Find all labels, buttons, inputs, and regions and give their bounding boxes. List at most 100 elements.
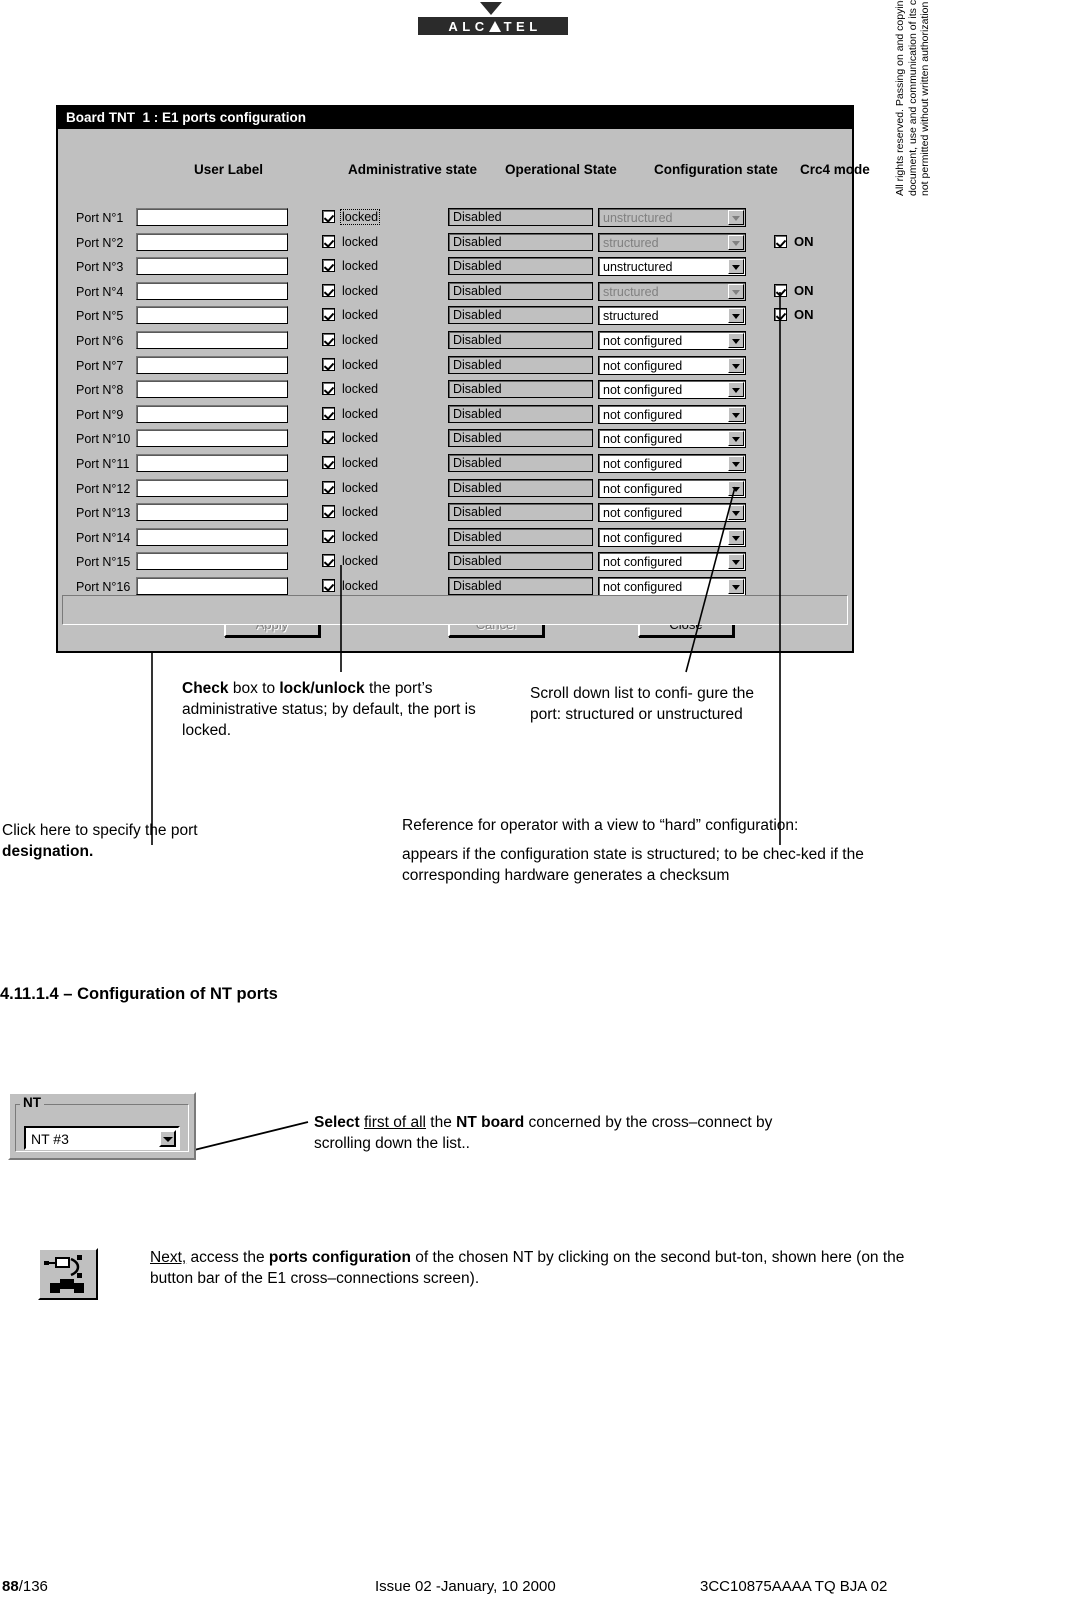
port-label: Port N°4 — [76, 284, 124, 299]
annotation-check-lock: Check box to lock/unlock the port’s admi… — [182, 680, 476, 739]
administrative-state-checkbox[interactable] — [322, 505, 335, 519]
administrative-state-label: locked — [339, 209, 381, 225]
administrative-state-checkbox[interactable] — [322, 357, 335, 371]
annotation-select-nt-board: Select first of all the NT board concern… — [314, 1114, 773, 1152]
ports-configuration-toolbar-button[interactable] — [38, 1248, 98, 1300]
chevron-down-icon[interactable] — [728, 579, 744, 594]
user-label-input[interactable] — [136, 478, 288, 497]
administrative-state-checkbox[interactable] — [322, 406, 335, 420]
administrative-state-label: locked — [342, 283, 379, 298]
column-header-3: Configuration state — [654, 162, 778, 177]
administrative-state-checkbox[interactable] — [322, 480, 335, 494]
port-row: Port N°3 locked Disabled unstructured — [58, 256, 852, 281]
configuration-state-select[interactable]: not configured — [598, 577, 746, 596]
crc4-mode-label: ON — [794, 307, 814, 323]
administrative-state-checkbox[interactable] — [322, 333, 335, 346]
user-label-input[interactable] — [136, 577, 288, 595]
configuration-state-select[interactable]: not configured — [598, 380, 746, 400]
administrative-state-checkbox[interactable] — [322, 529, 335, 543]
port-label: Port N°8 — [76, 383, 124, 398]
administrative-state-checkbox[interactable] — [322, 234, 335, 248]
configuration-state-select: unstructured — [598, 208, 746, 227]
copyright-line-1: All rights reserved. Passing on and copy… — [894, 0, 906, 196]
configuration-state-select[interactable]: not configured — [598, 552, 746, 572]
administrative-state-label: locked — [342, 554, 379, 569]
chevron-down-icon[interactable] — [728, 431, 744, 447]
configuration-state-select[interactable]: not configured — [598, 404, 746, 424]
chevron-down-icon[interactable] — [728, 480, 744, 496]
administrative-state-checkbox[interactable] — [322, 431, 335, 445]
administrative-state-checkbox[interactable] — [322, 579, 335, 592]
chevron-down-icon[interactable] — [728, 259, 744, 275]
chevron-down-icon[interactable] — [159, 1130, 176, 1147]
crc4-mode-checkbox[interactable] — [774, 234, 787, 248]
user-label-input[interactable] — [136, 527, 288, 546]
chevron-down-icon[interactable] — [728, 406, 744, 422]
user-label-input[interactable] — [136, 208, 288, 226]
user-label-input[interactable] — [136, 355, 288, 374]
configuration-state-select[interactable]: not configured — [598, 355, 746, 375]
configuration-state-value: not configured — [603, 481, 683, 496]
user-label-input[interactable] — [136, 503, 288, 522]
user-label-input[interactable] — [136, 380, 288, 399]
user-label-input[interactable] — [136, 306, 288, 325]
operational-state-field: Disabled — [448, 232, 593, 251]
user-label-input[interactable] — [136, 552, 288, 571]
configuration-state-select[interactable]: not configured — [598, 503, 746, 523]
logo-triangle-down-icon — [480, 2, 502, 15]
chevron-down-icon[interactable] — [728, 505, 744, 521]
port-label: Port N°6 — [76, 334, 124, 348]
operational-state-field: Disabled — [448, 331, 593, 349]
operational-state-field: Disabled — [448, 478, 593, 497]
user-label-input[interactable] — [136, 331, 288, 349]
cross-connect-icon — [40, 1250, 96, 1298]
user-label-input[interactable] — [136, 404, 288, 423]
user-label-input[interactable] — [136, 454, 288, 472]
user-label-input[interactable] — [136, 281, 288, 300]
administrative-state-label: locked — [342, 333, 379, 347]
configuration-state-select[interactable]: not configured — [598, 454, 746, 473]
port-row: Port N°14 locked Disabled not configured — [58, 527, 852, 552]
administrative-state-checkbox[interactable] — [322, 308, 335, 322]
configuration-state-select[interactable]: unstructured — [598, 257, 746, 277]
configuration-state-select[interactable]: structured — [598, 306, 746, 326]
operational-state-field: Disabled — [448, 380, 593, 399]
annotation-next-ports-configuration: Next, access the ports configuration of … — [150, 1249, 905, 1287]
port-label: Port N°7 — [76, 358, 124, 373]
section-heading: 4.11.1.4 – Configuration of NT ports — [0, 985, 278, 1003]
chevron-down-icon[interactable] — [728, 308, 744, 324]
chevron-down-icon — [728, 210, 744, 225]
user-label-input[interactable] — [136, 429, 288, 448]
operational-state-field: Disabled — [448, 208, 593, 226]
configuration-state-select[interactable]: not configured — [598, 478, 746, 498]
nt-board-select[interactable]: NT #3 — [24, 1126, 180, 1150]
configuration-state-value: structured — [603, 284, 659, 299]
port-row: Port N°7 locked Disabled not configured — [58, 355, 852, 380]
port-row: Port N°12 locked Disabled not configured — [58, 478, 852, 503]
user-label-input[interactable] — [136, 232, 288, 251]
administrative-state-label: locked — [342, 456, 379, 470]
administrative-state-checkbox[interactable] — [322, 259, 335, 273]
port-label: Port N°15 — [76, 555, 131, 570]
administrative-state-checkbox[interactable] — [322, 382, 335, 396]
configuration-state-select[interactable]: not configured — [598, 429, 746, 449]
chevron-down-icon[interactable] — [728, 456, 744, 471]
configuration-state-select[interactable]: not configured — [598, 527, 746, 547]
chevron-down-icon[interactable] — [728, 382, 744, 398]
chevron-down-icon[interactable] — [728, 357, 744, 373]
administrative-state-checkbox[interactable] — [322, 456, 335, 469]
configuration-state-select[interactable]: not configured — [598, 331, 746, 350]
administrative-state-checkbox[interactable] — [322, 210, 335, 223]
configuration-state-value: structured — [603, 235, 659, 250]
administrative-state-label: locked — [342, 382, 379, 397]
crc4-mode-checkbox[interactable] — [774, 283, 787, 297]
crc4-mode-checkbox[interactable] — [774, 308, 787, 322]
chevron-down-icon[interactable] — [728, 554, 744, 570]
page-number-total: /136 — [18, 1578, 48, 1595]
chevron-down-icon[interactable] — [728, 333, 744, 348]
administrative-state-checkbox[interactable] — [322, 554, 335, 568]
chevron-down-icon[interactable] — [728, 529, 744, 545]
administrative-state-checkbox[interactable] — [322, 283, 335, 297]
user-label-input[interactable] — [136, 257, 288, 276]
alcatel-logo: ALC TEL — [418, 2, 638, 44]
